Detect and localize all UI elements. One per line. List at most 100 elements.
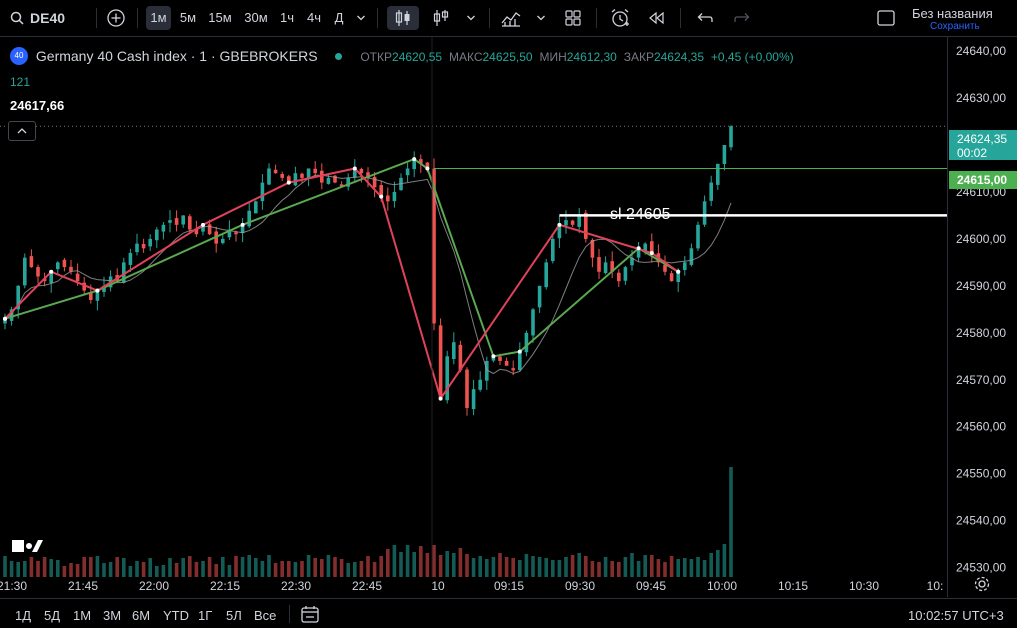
zigzag-point bbox=[636, 246, 641, 251]
candle-body bbox=[174, 218, 179, 225]
volume-bar bbox=[23, 561, 27, 577]
candle-body bbox=[537, 285, 542, 308]
volume-bar bbox=[148, 558, 152, 577]
timeframe-30m[interactable]: 30м bbox=[240, 6, 272, 30]
range-1d[interactable]: 1Д bbox=[15, 608, 31, 623]
toolbar-divider bbox=[96, 8, 97, 28]
layout-menu-button[interactable] bbox=[874, 6, 898, 30]
candle-body bbox=[471, 389, 476, 410]
replay-button[interactable] bbox=[643, 6, 671, 30]
candle-body bbox=[386, 195, 390, 202]
price-axis[interactable]: 24640,0024630,0024620,0024610,0024600,00… bbox=[947, 37, 1017, 597]
price-tick-label: 24640,00 bbox=[956, 44, 1006, 58]
symbol-search[interactable]: DE40 bbox=[4, 6, 74, 30]
save-link[interactable]: Сохранить bbox=[930, 21, 980, 32]
range-5d[interactable]: 5Д bbox=[44, 608, 60, 623]
volume-bar bbox=[610, 561, 614, 577]
timeframe-4h[interactable]: 4ч bbox=[303, 6, 325, 30]
candle-body bbox=[683, 262, 687, 271]
volume-bar bbox=[122, 558, 126, 577]
timeframe-day[interactable]: Д bbox=[329, 6, 349, 30]
time-axis[interactable]: 21:30 21:45 22:00 22:15 22:30 22:45 10 09:15 09:… bbox=[0, 579, 943, 593]
range-ytd[interactable]: YTD bbox=[163, 608, 189, 623]
indicators-dropdown[interactable] bbox=[462, 6, 480, 30]
timeframe-1m[interactable]: 1м bbox=[146, 6, 171, 30]
range-5y[interactable]: 5Л bbox=[226, 608, 242, 623]
volume-bar bbox=[504, 557, 509, 577]
exchange-badge: 40 bbox=[10, 47, 28, 66]
chart-settings-button[interactable] bbox=[970, 572, 994, 596]
redo-button[interactable] bbox=[729, 6, 755, 30]
goto-date-button[interactable] bbox=[298, 603, 322, 625]
zigzag-red bbox=[4, 167, 679, 401]
time-tick-label: 09:15 bbox=[494, 579, 524, 593]
volume-bar bbox=[590, 561, 595, 577]
compare-button[interactable] bbox=[104, 6, 128, 30]
symbol-name: DE40 bbox=[30, 10, 66, 26]
range-1y[interactable]: 1Г bbox=[198, 608, 212, 623]
candle-body bbox=[478, 379, 482, 390]
volume-bars bbox=[3, 467, 733, 577]
price-chart[interactable]: 21:30 21:45 22:00 22:15 22:30 22:45 10 09:15 09:… bbox=[0, 37, 947, 597]
volume-bar bbox=[650, 555, 654, 577]
change-value: +0,45 (+0,00%) bbox=[710, 50, 794, 65]
candle-body bbox=[722, 145, 727, 165]
candle-body bbox=[207, 224, 212, 235]
volume-bar bbox=[254, 558, 258, 577]
zigzag-point bbox=[557, 222, 562, 227]
volume-bar bbox=[564, 557, 568, 577]
window-icon bbox=[877, 10, 895, 26]
range-3m[interactable]: 3М bbox=[103, 608, 121, 623]
timeframe-15m[interactable]: 15м bbox=[204, 6, 236, 30]
volume-bar bbox=[128, 566, 133, 577]
indicators-button[interactable] bbox=[428, 6, 454, 30]
range-6m[interactable]: 6М bbox=[132, 608, 150, 623]
zigzag-point bbox=[517, 349, 522, 354]
volume-bar bbox=[49, 559, 53, 577]
symbol-title[interactable]: Germany 40 Cash index · 1 · GBEBROKERS bbox=[36, 48, 318, 64]
volume-bar bbox=[260, 561, 265, 577]
candle-body bbox=[280, 173, 284, 178]
volume-bar bbox=[452, 553, 456, 577]
candle-body bbox=[689, 248, 694, 265]
templates-dropdown[interactable] bbox=[532, 6, 550, 30]
price-tick-label: 24630,00 bbox=[956, 91, 1006, 105]
candle-body bbox=[36, 267, 40, 277]
candle-body bbox=[161, 224, 166, 232]
open-label: ОТКР bbox=[360, 50, 393, 65]
alert-button[interactable] bbox=[606, 6, 634, 30]
templates-button[interactable] bbox=[498, 6, 524, 30]
volume-bar bbox=[432, 545, 436, 577]
candle-body bbox=[623, 267, 628, 281]
sl-annotation[interactable]: sl 24605 bbox=[610, 206, 671, 223]
candle-body bbox=[306, 168, 311, 179]
layout-grid-button[interactable] bbox=[561, 6, 585, 30]
timeframe-dropdown[interactable] bbox=[352, 6, 370, 30]
chart-type-candles[interactable] bbox=[387, 6, 419, 30]
volume-bar bbox=[3, 556, 7, 577]
volume-bar bbox=[491, 557, 496, 577]
top-toolbar: DE40 1м 5м 15м 30м 1ч 4ч Д Без названия … bbox=[0, 0, 1017, 37]
alert-price-badge[interactable]: 24615,00 bbox=[949, 171, 1017, 189]
undo-button[interactable] bbox=[692, 6, 718, 30]
timeframe-1h[interactable]: 1ч bbox=[276, 6, 298, 30]
current-price-badge: 24624,35 00:02 bbox=[949, 130, 1017, 160]
layout-name[interactable]: Без названия bbox=[912, 6, 993, 21]
chart-pane[interactable]: 21:30 21:45 22:00 22:15 22:30 22:45 10 09:15 09:… bbox=[0, 37, 947, 597]
timeframe-5m[interactable]: 5м bbox=[175, 6, 201, 30]
high-label: МАКС bbox=[448, 50, 483, 65]
volume-bar bbox=[174, 563, 179, 577]
collapse-button[interactable] bbox=[8, 121, 36, 141]
clock-timezone[interactable]: 10:02:57 UTC+3 bbox=[908, 608, 1004, 623]
range-1m[interactable]: 1М bbox=[73, 608, 91, 623]
candle-body bbox=[544, 262, 548, 288]
time-tick-label: 10: bbox=[927, 579, 944, 593]
volume-bar bbox=[108, 562, 113, 577]
candle-body bbox=[465, 369, 469, 408]
range-all[interactable]: Все bbox=[254, 608, 276, 623]
volume-bar bbox=[438, 555, 443, 577]
candle-body bbox=[135, 243, 139, 253]
low-label: МИН bbox=[539, 50, 567, 65]
price-tick-label: 24600,00 bbox=[956, 232, 1006, 246]
toolbar-divider bbox=[137, 8, 138, 28]
